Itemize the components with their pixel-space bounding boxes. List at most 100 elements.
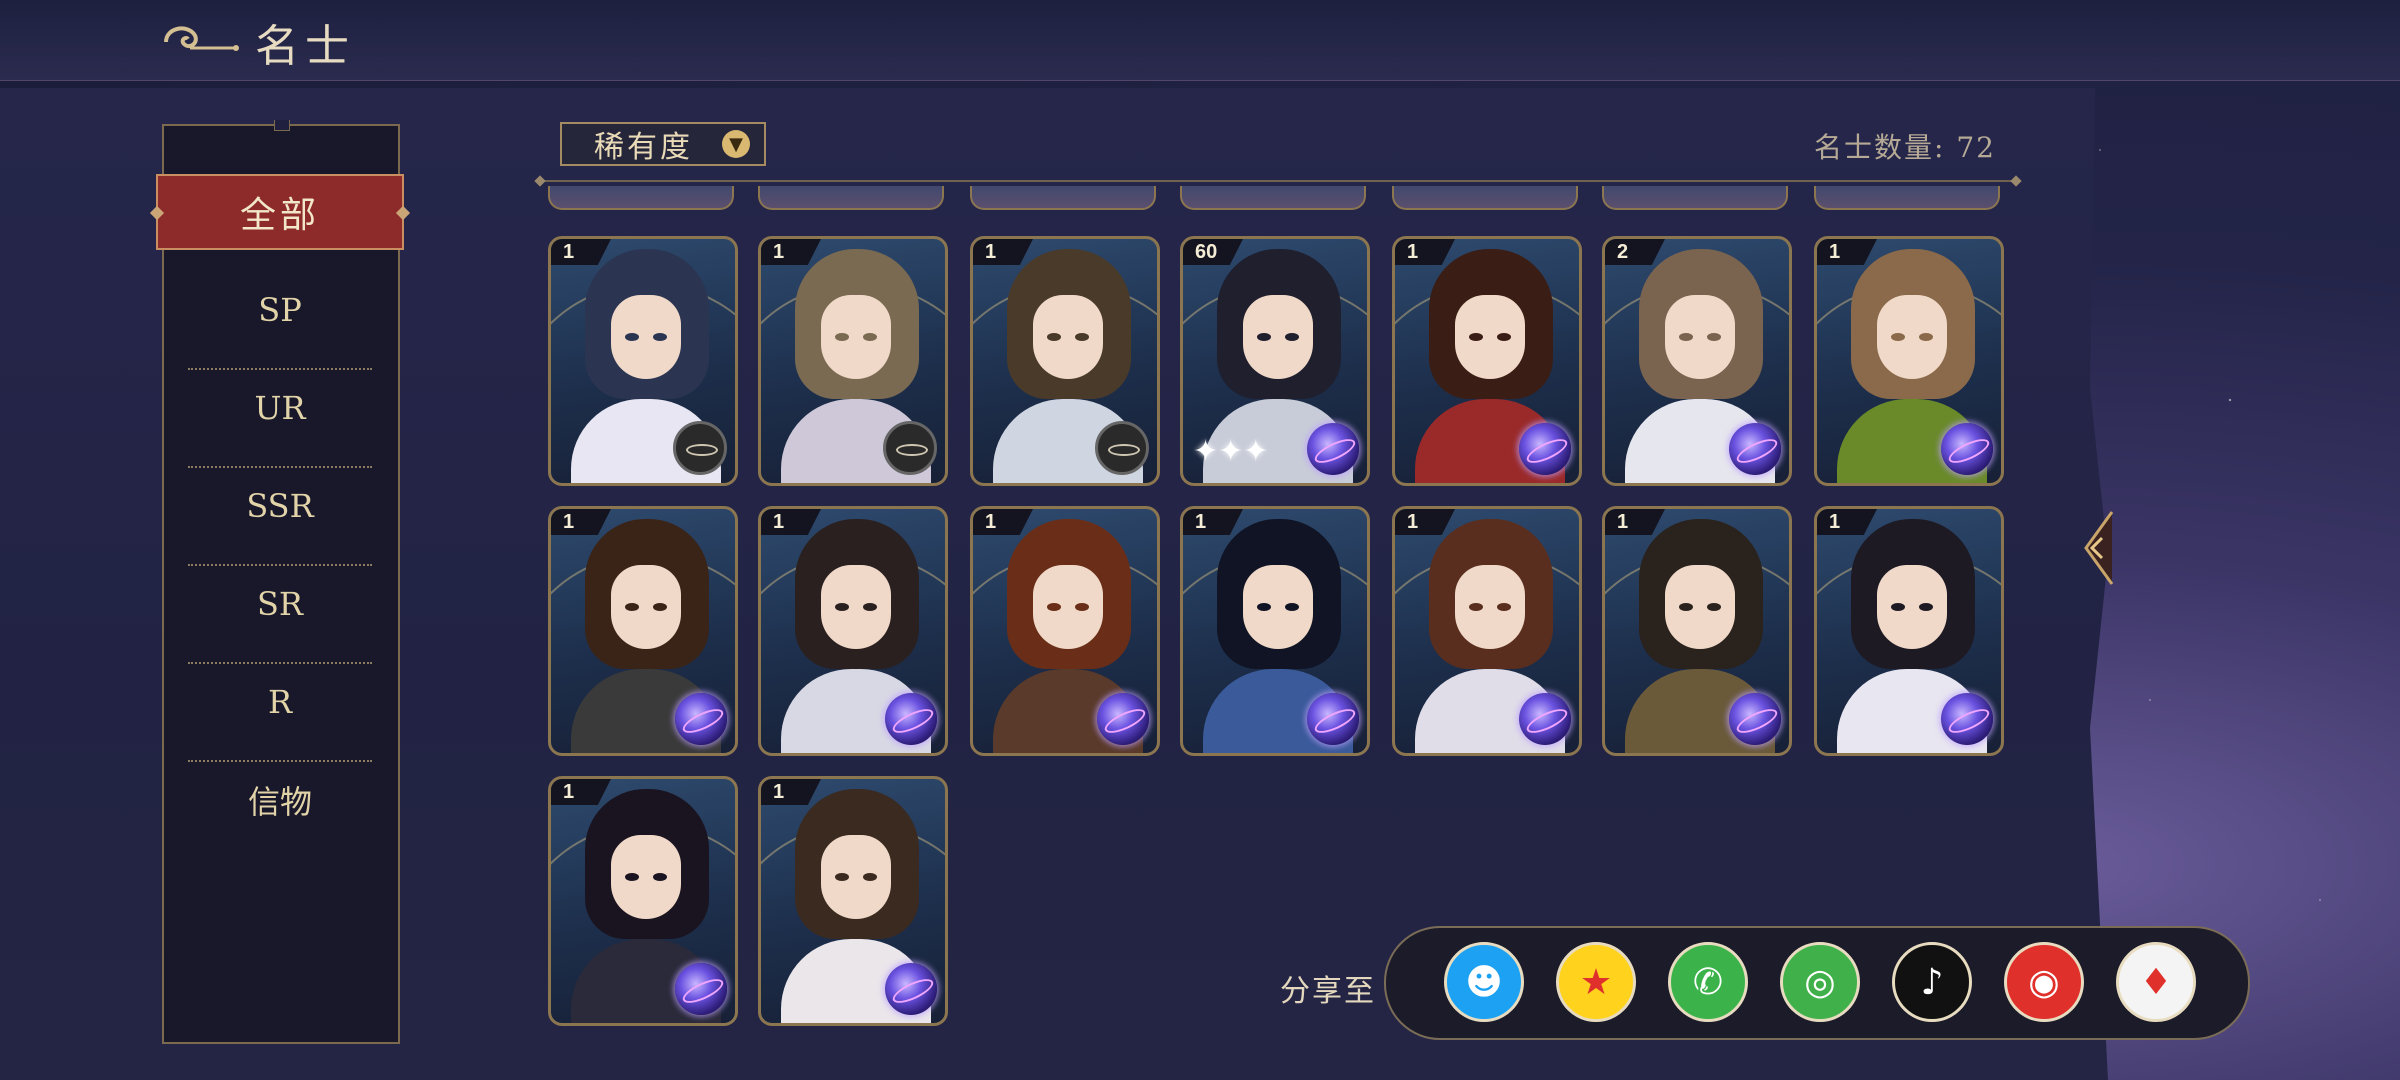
scrolled-card-edge[interactable] [548, 186, 734, 210]
hero-card[interactable]: 1 [970, 236, 1160, 486]
header-divider [540, 180, 2016, 182]
hero-card[interactable]: 60 ✦✦✦ [1180, 236, 1370, 486]
orb-icon [1941, 693, 1993, 745]
compass-icon [673, 421, 727, 475]
hero-card[interactable]: 1 [970, 506, 1160, 756]
sidebar-item-label: 全部 [239, 195, 320, 236]
sidebar-item-label: UR [254, 389, 306, 427]
hero-level: 1 [551, 509, 611, 535]
portrait-eye [1679, 603, 1693, 611]
portrait-eye [1285, 333, 1299, 341]
sidebar-item-label: SP [258, 291, 302, 329]
sidebar-item-label: 信物 [247, 783, 312, 821]
hero-level: 1 [761, 509, 821, 535]
hero-count: 名士数量: 72 [1814, 131, 1996, 164]
hero-card[interactable]: 1 [548, 236, 738, 486]
sidebar-item-label: SSR [246, 487, 314, 525]
hero-level: 1 [1395, 239, 1455, 265]
portrait-eye [835, 333, 849, 341]
sidebar-item-sr[interactable]: SR [188, 574, 372, 664]
qzone-icon[interactable]: ★ [1556, 942, 1636, 1022]
portrait-face [611, 565, 681, 649]
orb-icon [1519, 423, 1571, 475]
hero-card[interactable]: 1 [1180, 506, 1370, 756]
portrait-face [611, 835, 681, 919]
portrait-eye [835, 603, 849, 611]
portrait-eye [1919, 603, 1933, 611]
sidebar-item-sp[interactable]: SP [188, 280, 372, 370]
portrait-eye [863, 603, 877, 611]
portrait-eye [1679, 333, 1693, 341]
portrait-eye [1075, 603, 1089, 611]
douyin-icon[interactable]: ♪ [1892, 942, 1972, 1022]
portrait-face [1455, 565, 1525, 649]
scrolled-card-edge[interactable] [970, 186, 1156, 210]
sidebar-item-token[interactable]: 信物 [188, 770, 372, 830]
hero-card[interactable]: 1 [1392, 236, 1582, 486]
hero-card[interactable]: 1 [758, 776, 948, 1026]
weibo-icon[interactable]: ◉ [2004, 942, 2084, 1022]
sidebar-item-ssr[interactable]: SSR [188, 476, 372, 566]
cloud-swirl-icon [164, 26, 239, 51]
hero-card[interactable]: 1 [1814, 506, 2004, 756]
scrolled-card-edge[interactable] [1392, 186, 1578, 210]
orb-icon [1097, 693, 1149, 745]
portrait-eye [1891, 333, 1905, 341]
collapse-panel-arrow-icon[interactable] [2078, 508, 2118, 588]
portrait-eye [653, 603, 667, 611]
sidebar-item-r[interactable]: R [188, 672, 372, 762]
share-label: 分享至 [1280, 974, 1376, 1009]
hero-card[interactable]: 1 [548, 506, 738, 756]
hero-level: 1 [1817, 239, 1877, 265]
portrait-eye [625, 603, 639, 611]
hero-level: 1 [551, 239, 611, 265]
orb-icon [1729, 693, 1781, 745]
portrait-eye [1047, 603, 1061, 611]
portrait-face [821, 565, 891, 649]
hero-card[interactable]: 1 [1602, 506, 1792, 756]
portrait-face [1665, 565, 1735, 649]
portrait-eye [1497, 333, 1511, 341]
scrolled-card-edge[interactable] [1180, 186, 1366, 210]
sidebar-item-label: SR [256, 585, 303, 623]
orb-icon [1519, 693, 1571, 745]
rarity-filter-dropdown[interactable]: 稀有度 ▼ [560, 122, 766, 166]
compass-icon [883, 421, 937, 475]
hero-card[interactable]: 1 [548, 776, 738, 1026]
scrolled-card-edge[interactable] [1602, 186, 1788, 210]
portrait-eye [1047, 333, 1061, 341]
qq-icon[interactable]: ☻ [1444, 942, 1524, 1022]
orb-icon [1941, 423, 1993, 475]
portrait-eye [1891, 603, 1905, 611]
orb-icon [1307, 693, 1359, 745]
hero-card[interactable]: 2 [1602, 236, 1792, 486]
hero-level: 1 [973, 239, 1033, 265]
scrolled-card-edge[interactable] [758, 186, 944, 210]
portrait-face [1033, 565, 1103, 649]
portrait-eye [863, 873, 877, 881]
hero-level: 1 [761, 239, 821, 265]
wechat-icon[interactable]: ✆ [1668, 942, 1748, 1022]
hero-level: 1 [1395, 509, 1455, 535]
portrait-eye [1469, 333, 1483, 341]
sidebar-item-ur[interactable]: UR [188, 378, 372, 468]
portrait-face [1877, 565, 1947, 649]
portrait-face [611, 295, 681, 379]
gem-app-icon[interactable]: ♦ [2116, 942, 2196, 1022]
orb-icon [885, 693, 937, 745]
hero-level: 1 [1183, 509, 1243, 535]
hero-level: 1 [973, 509, 1033, 535]
portrait-eye [653, 333, 667, 341]
portrait-face [1243, 295, 1313, 379]
hero-card[interactable]: 1 [758, 506, 948, 756]
orb-icon [1729, 423, 1781, 475]
sidebar-item-all[interactable]: 全部 [149, 174, 411, 250]
hero-card[interactable]: 1 [758, 236, 948, 486]
hero-level: 2 [1605, 239, 1665, 265]
chevron-down-icon: ▼ [722, 130, 750, 158]
scrolled-card-edge[interactable] [1814, 186, 2000, 210]
hero-card[interactable]: 1 [1392, 506, 1582, 756]
moments-icon[interactable]: ◎ [1780, 942, 1860, 1022]
orb-icon [1307, 423, 1359, 475]
hero-card[interactable]: 1 [1814, 236, 2004, 486]
